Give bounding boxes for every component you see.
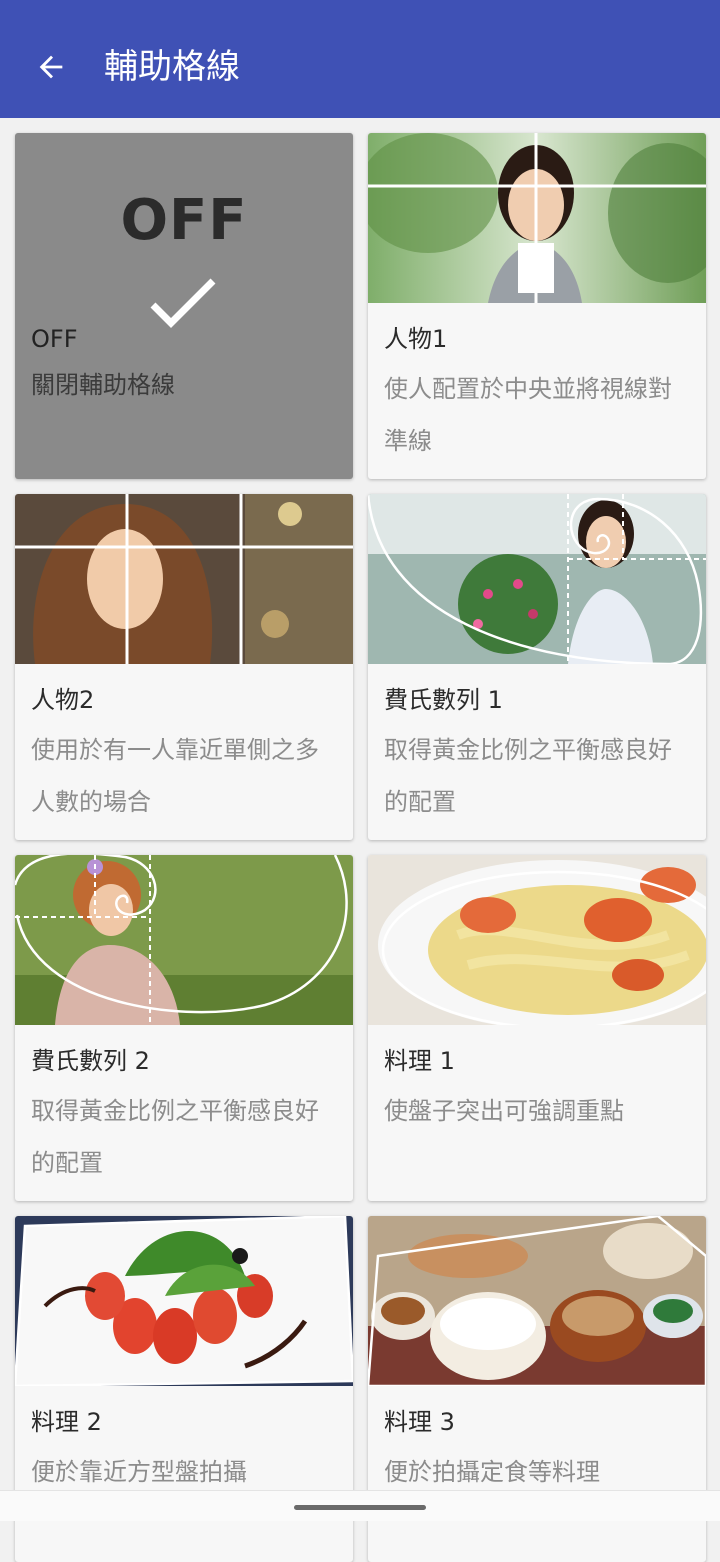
grid-option-food1[interactable]: 料理 1 使盤子突出可強調重點 xyxy=(368,855,706,1201)
back-button[interactable] xyxy=(20,38,82,96)
card-title: 人物2 xyxy=(31,686,95,714)
card-description: 使人配置於中央並將視線對準線 xyxy=(384,375,672,455)
card-title: 料理 3 xyxy=(384,1408,455,1436)
food1-thumbnail xyxy=(368,855,706,1025)
grid-option-person2[interactable]: 人物2 使用於有一人靠近單側之多人數的場合 xyxy=(15,494,353,840)
card-title: 人物1 xyxy=(384,325,448,353)
off-overlay-label: OFF xyxy=(120,188,248,253)
card-title: 費氏數列 1 xyxy=(384,686,503,714)
fibonacci1-thumbnail xyxy=(368,494,706,664)
app-bar: 輔助格線 xyxy=(0,0,720,118)
person2-thumbnail xyxy=(15,494,353,664)
food2-thumbnail xyxy=(15,1216,353,1386)
system-navigation-bar xyxy=(0,1490,720,1521)
food3-thumbnail xyxy=(368,1216,706,1386)
person1-thumbnail xyxy=(368,133,706,303)
card-title: 費氏數列 2 xyxy=(31,1047,150,1075)
grid-option-fibonacci1[interactable]: 費氏數列 1 取得黃金比例之平衡感良好的配置 xyxy=(368,494,706,840)
card-description: 取得黃金比例之平衡感良好的配置 xyxy=(31,1097,319,1177)
grid-option-person1[interactable]: 人物1 使人配置於中央並將視線對準線 xyxy=(368,133,706,479)
fibonacci2-thumbnail xyxy=(15,855,353,1025)
arrow-back-icon xyxy=(39,55,63,79)
card-description: 使用於有一人靠近單側之多人數的場合 xyxy=(31,736,319,816)
card-description: 取得黃金比例之平衡感良好的配置 xyxy=(384,736,672,816)
grid-option-off[interactable]: OFF OFF 關閉輔助格線 xyxy=(15,133,353,479)
home-gesture-handle[interactable] xyxy=(294,1505,426,1510)
grid-option-fibonacci2[interactable]: 費氏數列 2 取得黃金比例之平衡感良好的配置 xyxy=(15,855,353,1201)
card-description: 關閉輔助格線 xyxy=(31,371,175,399)
card-title: 料理 2 xyxy=(31,1408,102,1436)
page-title: 輔助格線 xyxy=(104,47,240,87)
checkmark-icon xyxy=(150,278,216,328)
card-description: 使盤子突出可強調重點 xyxy=(384,1097,624,1125)
card-title: OFF xyxy=(31,325,78,353)
card-title: 料理 1 xyxy=(384,1047,455,1075)
